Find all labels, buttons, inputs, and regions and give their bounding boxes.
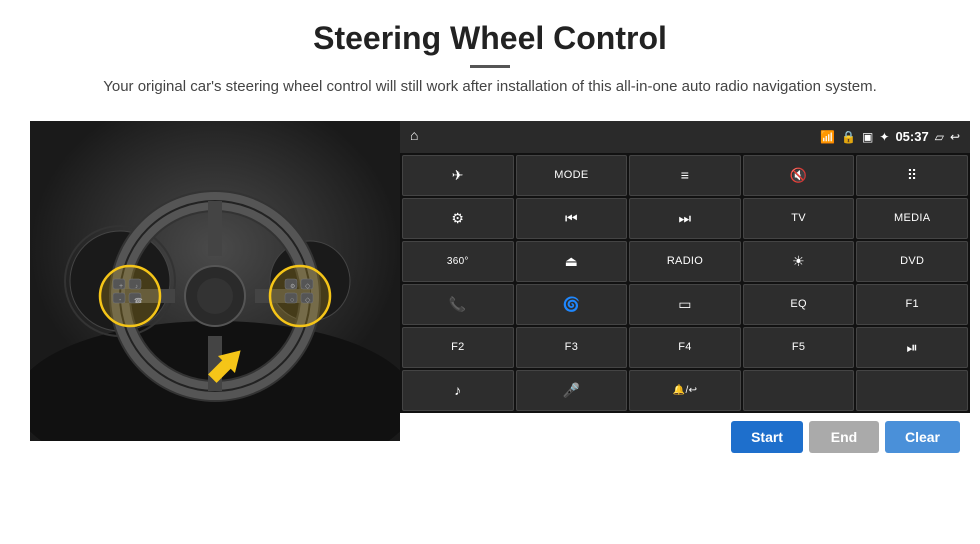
page-subtitle: Your original car's steering wheel contr… (103, 76, 877, 99)
page-container: Steering Wheel Control Your original car… (0, 0, 980, 544)
cast-icon: ▱ (935, 130, 944, 144)
svg-text:◇: ◇ (305, 283, 311, 290)
btn-eject[interactable]: ⏏ (516, 241, 628, 282)
title-section: Steering Wheel Control Your original car… (103, 20, 877, 113)
btn-eq[interactable]: EQ (743, 284, 855, 325)
status-bar: ⌂ 📶 🔒 ▣ ✦ 05:37 ▱ ↩ (400, 121, 970, 153)
status-left: ⌂ (410, 129, 418, 145)
btn-navigation[interactable]: ✈ (402, 155, 514, 196)
btn-f4[interactable]: F4 (629, 327, 741, 368)
title-divider (470, 65, 510, 68)
back-icon: ↩ (950, 130, 960, 144)
btn-dvd[interactable]: DVD (856, 241, 968, 282)
status-right: 📶 🔒 ▣ ✦ 05:37 ▱ ↩ (820, 129, 960, 144)
svg-text:♪: ♪ (135, 284, 138, 290)
btn-screen[interactable]: ▭ (629, 284, 741, 325)
btn-music[interactable]: ♪ (402, 370, 514, 411)
end-button[interactable]: End (809, 421, 879, 453)
btn-nav2[interactable]: 🌀 (516, 284, 628, 325)
wifi-icon: 📶 (820, 130, 835, 144)
btn-mute[interactable]: 🔇 (743, 155, 855, 196)
start-button[interactable]: Start (731, 421, 803, 453)
button-grid: ✈ MODE ≡ 🔇 ⠿ ⚙ ⏮ ⏭ TV MEDIA 360° ⏏ RADIO… (400, 153, 970, 413)
control-panel: ⌂ 📶 🔒 ▣ ✦ 05:37 ▱ ↩ ✈ (400, 121, 970, 413)
steering-wheel-image: 120 + (30, 121, 400, 441)
control-panel-wrapper: ⌂ 📶 🔒 ▣ ✦ 05:37 ▱ ↩ ✈ (400, 121, 970, 461)
btn-camera[interactable]: 360° (402, 241, 514, 282)
btn-brightness[interactable]: ☀ (743, 241, 855, 282)
sd-icon: ▣ (862, 130, 873, 144)
svg-text:☎: ☎ (134, 297, 143, 305)
home-icon: ⌂ (410, 129, 418, 145)
btn-next[interactable]: ⏭ (629, 198, 741, 239)
action-bar: Start End Clear (400, 413, 970, 461)
btn-f1[interactable]: F1 (856, 284, 968, 325)
btn-radio[interactable]: RADIO (629, 241, 741, 282)
btn-tv[interactable]: TV (743, 198, 855, 239)
btn-settings[interactable]: ⚙ (402, 198, 514, 239)
btn-f3[interactable]: F3 (516, 327, 628, 368)
btn-mic[interactable]: 🎤 (516, 370, 628, 411)
btn-phone[interactable]: 📞 (402, 284, 514, 325)
svg-text:○: ○ (290, 297, 294, 304)
btn-mode[interactable]: MODE (516, 155, 628, 196)
btn-prev[interactable]: ⏮ (516, 198, 628, 239)
btn-f5[interactable]: F5 (743, 327, 855, 368)
btn-call[interactable]: 🔔/↩ (629, 370, 741, 411)
btn-menu[interactable]: ≡ (629, 155, 741, 196)
page-title: Steering Wheel Control (103, 20, 877, 57)
btn-apps[interactable]: ⠿ (856, 155, 968, 196)
btn-media[interactable]: MEDIA (856, 198, 968, 239)
btn-empty1[interactable] (743, 370, 855, 411)
clock-display: 05:37 (895, 129, 928, 144)
svg-text:◇: ◇ (305, 297, 311, 304)
lock-icon: 🔒 (841, 130, 856, 144)
bluetooth-icon: ✦ (879, 130, 889, 144)
clear-button[interactable]: Clear (885, 421, 960, 453)
btn-playpause[interactable]: ⏯ (856, 327, 968, 368)
svg-text:⚙: ⚙ (290, 283, 295, 290)
btn-empty2[interactable] (856, 370, 968, 411)
svg-text:+: + (119, 283, 123, 290)
btn-f2[interactable]: F2 (402, 327, 514, 368)
content-row: 120 + (30, 121, 950, 461)
